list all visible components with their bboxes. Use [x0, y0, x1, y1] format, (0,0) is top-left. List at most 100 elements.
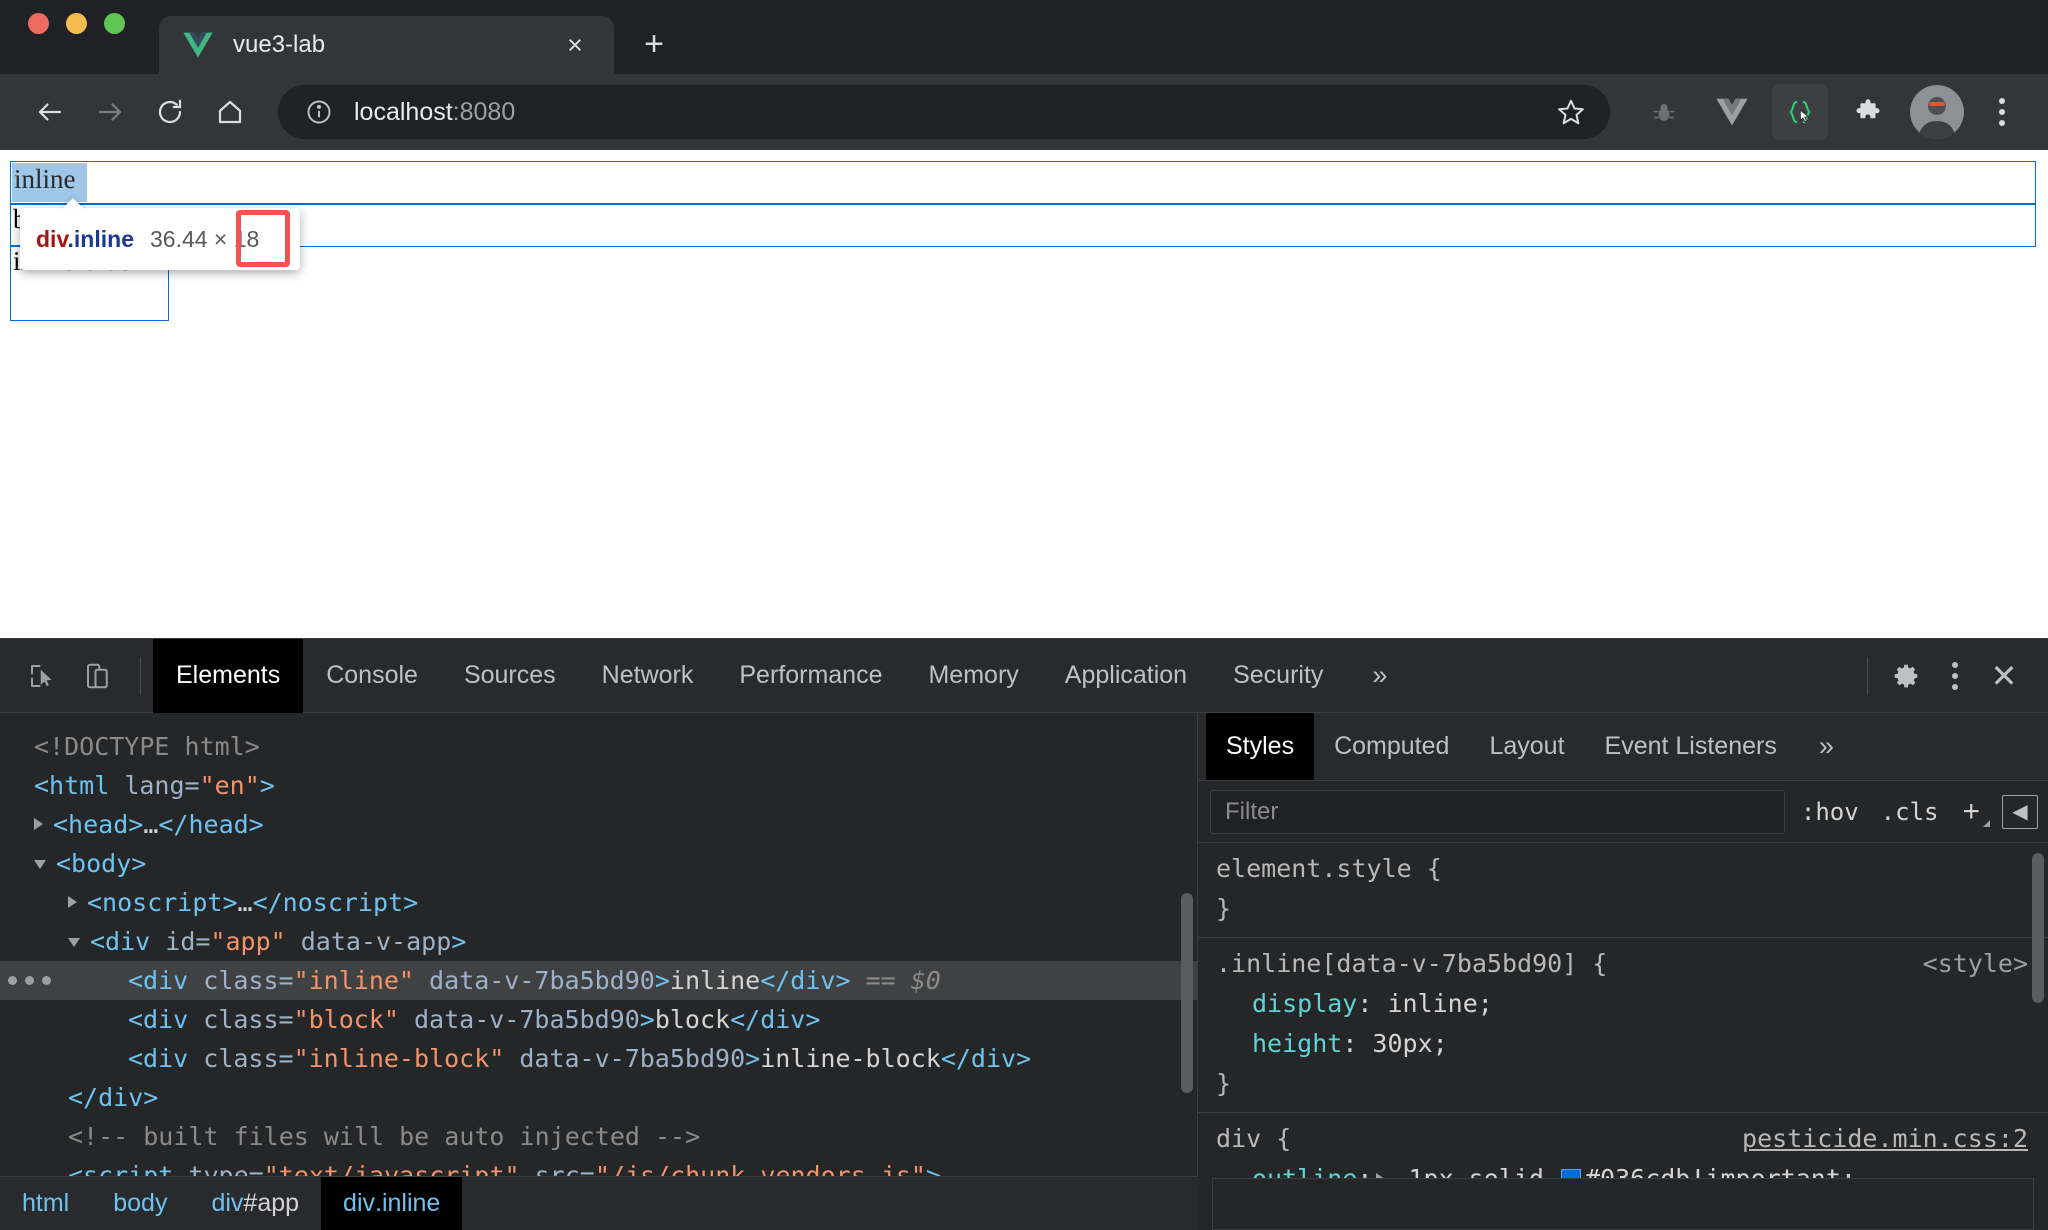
dom-collapsed-ellipsis: …: [237, 888, 253, 917]
tab-layout[interactable]: Layout: [1469, 713, 1584, 780]
dom-tree-panel: <!DOCTYPE html> <html lang="en"> <head>……: [0, 713, 1198, 1230]
new-tab-button[interactable]: +: [630, 20, 678, 68]
div-block-outline: block: [10, 203, 2036, 247]
styles-empty-rule-area[interactable]: [1212, 1178, 2034, 1230]
info-icon[interactable]: [304, 97, 334, 127]
omnibox[interactable]: localhost:8080: [278, 85, 1610, 139]
omnibox-url-text[interactable]: localhost:8080: [354, 98, 1544, 127]
styles-panel: Styles Computed Layout Event Listeners »…: [1198, 713, 2048, 1230]
chevron-down-icon[interactable]: [34, 860, 46, 869]
tab-network[interactable]: Network: [579, 639, 717, 713]
device-toolbar-icon[interactable]: [72, 650, 124, 702]
styles-scrollbar[interactable]: [2032, 853, 2044, 1003]
forward-arrow-icon[interactable]: [82, 84, 138, 140]
css-rule-inline-class[interactable]: .inline[data-v-7ba5bd90] { <style> displ…: [1198, 938, 2048, 1113]
window-close-button[interactable]: [28, 12, 49, 34]
reload-icon[interactable]: [142, 84, 198, 140]
devtools-tabbar-actions: ✕: [1855, 650, 2048, 702]
styles-filter-input[interactable]: Filter: [1210, 789, 1785, 834]
css-property-value[interactable]: inline;: [1372, 989, 1492, 1018]
tab-application[interactable]: Application: [1042, 639, 1210, 713]
extensions-puzzle-icon[interactable]: [1840, 84, 1896, 140]
dom-comment: <!-- built files will be auto injected -…: [68, 1122, 701, 1151]
dom-attr: lang=: [124, 771, 200, 800]
dom-row-div-app[interactable]: <div id="app" data-v-app>: [0, 922, 1197, 961]
row-actions-ellipsis[interactable]: [8, 961, 51, 1000]
dom-closing-tag: </div>: [940, 1044, 1032, 1073]
css-declaration-display[interactable]: display: inline;: [1216, 984, 2048, 1024]
dom-tag-end: </head>: [158, 810, 264, 839]
dom-row-div-block[interactable]: <div class="block" data-v-7ba5bd90>block…: [0, 1000, 1197, 1039]
breadcrumb-item-div-app[interactable]: div #app: [189, 1177, 321, 1230]
css-property-name[interactable]: height: [1252, 1029, 1342, 1058]
chevron-right-icon[interactable]: [34, 818, 43, 830]
dom-tag: <noscript>: [87, 888, 238, 917]
tab-performance[interactable]: Performance: [716, 639, 905, 713]
force-hover-state-button[interactable]: :hov: [1795, 798, 1865, 826]
close-icon[interactable]: ×: [558, 28, 592, 62]
dom-attr: id=: [165, 927, 211, 956]
chevron-right-icon[interactable]: [68, 896, 77, 908]
new-style-rule-button[interactable]: +: [1954, 795, 1990, 829]
js-brackets-icon[interactable]: [1772, 84, 1828, 140]
css-selector[interactable]: element.style {: [1216, 849, 2048, 889]
browser-tab-vue3-lab[interactable]: vue3-lab ×: [159, 16, 614, 74]
dom-tree: <!DOCTYPE html> <html lang="en"> <head>……: [0, 713, 1197, 1195]
inspect-element-icon[interactable]: [16, 650, 68, 702]
dom-row-head[interactable]: <head>…</head>: [0, 805, 1197, 844]
dom-tag: <div: [128, 1044, 204, 1073]
more-tabs-icon[interactable]: »: [1346, 639, 1413, 713]
tab-elements[interactable]: Elements: [153, 638, 304, 713]
dom-row-noscript[interactable]: <noscript>…</noscript>: [0, 883, 1197, 922]
dom-row-doctype[interactable]: <!DOCTYPE html>: [0, 727, 1197, 766]
chevron-down-icon[interactable]: [68, 938, 80, 947]
tab-console[interactable]: Console: [303, 639, 441, 713]
css-property-value[interactable]: 30px;: [1357, 1029, 1447, 1058]
tooltip-tag-name: div: [36, 225, 68, 252]
dom-row-div-inline[interactable]: <div class="inline" data-v-7ba5bd90>inli…: [0, 961, 1197, 1000]
breadcrumb-item-body[interactable]: body: [91, 1177, 189, 1230]
chrome-menu-icon[interactable]: [1978, 84, 2026, 140]
css-rule-element-style[interactable]: element.style { }: [1198, 843, 2048, 938]
dom-row-div-app-close[interactable]: </div>: [0, 1078, 1197, 1117]
home-icon[interactable]: [202, 84, 258, 140]
dom-row-body[interactable]: <body>: [0, 844, 1197, 883]
sidebar-toggle-icon[interactable]: ◀: [2002, 794, 2038, 829]
dom-closing-tag: </div>: [68, 1083, 159, 1112]
avatar[interactable]: [1910, 85, 1964, 139]
close-devtools-icon[interactable]: ✕: [1978, 650, 2030, 702]
dom-row-div-inline-block[interactable]: <div class="inline-block" data-v-7ba5bd9…: [0, 1039, 1197, 1078]
star-icon[interactable]: [1544, 85, 1598, 139]
vue-devtools-icon[interactable]: [1704, 84, 1760, 140]
tooltip-selector: div.inline: [36, 226, 134, 253]
div-inline-text: inline: [14, 164, 76, 194]
dom-text: block: [654, 1005, 731, 1034]
dom-attr: class=: [203, 1005, 294, 1034]
breadcrumb-item-html[interactable]: html: [0, 1177, 91, 1230]
tab-event-listeners[interactable]: Event Listeners: [1585, 713, 1797, 780]
css-property-name[interactable]: display: [1252, 989, 1357, 1018]
styles-filter-bar: Filter :hov .cls + ◀: [1198, 781, 2048, 843]
dom-tree-scrollbar[interactable]: [1181, 893, 1193, 1093]
crumb-sub: .inline: [375, 1189, 441, 1217]
tooltip-dimensions: 36.44 × 18: [150, 226, 259, 253]
tab-security[interactable]: Security: [1210, 639, 1346, 713]
dom-row-html[interactable]: <html lang="en">: [0, 766, 1197, 805]
tab-sources[interactable]: Sources: [441, 639, 579, 713]
dom-row-comment[interactable]: <!-- built files will be auto injected -…: [0, 1117, 1197, 1156]
tab-styles[interactable]: Styles: [1206, 713, 1315, 780]
breadcrumb-item-div-inline[interactable]: div .inline: [321, 1177, 463, 1230]
window-minimize-button[interactable]: [66, 12, 87, 34]
more-sidebar-tabs-icon[interactable]: »: [1797, 713, 1856, 780]
css-declaration-height[interactable]: height: 30px;: [1216, 1024, 2048, 1064]
tab-computed[interactable]: Computed: [1314, 713, 1469, 780]
crumb-sub: #app: [243, 1189, 300, 1217]
back-arrow-icon[interactable]: [22, 84, 78, 140]
devtools-menu-icon[interactable]: [1932, 650, 1978, 702]
settings-gear-icon[interactable]: [1880, 650, 1932, 702]
tab-memory[interactable]: Memory: [905, 639, 1041, 713]
window-zoom-button[interactable]: [104, 12, 125, 34]
css-rule-origin-link[interactable]: pesticide.min.css:2: [1742, 1119, 2028, 1159]
element-classes-button[interactable]: .cls: [1875, 798, 1945, 826]
bug-icon[interactable]: [1636, 84, 1692, 140]
